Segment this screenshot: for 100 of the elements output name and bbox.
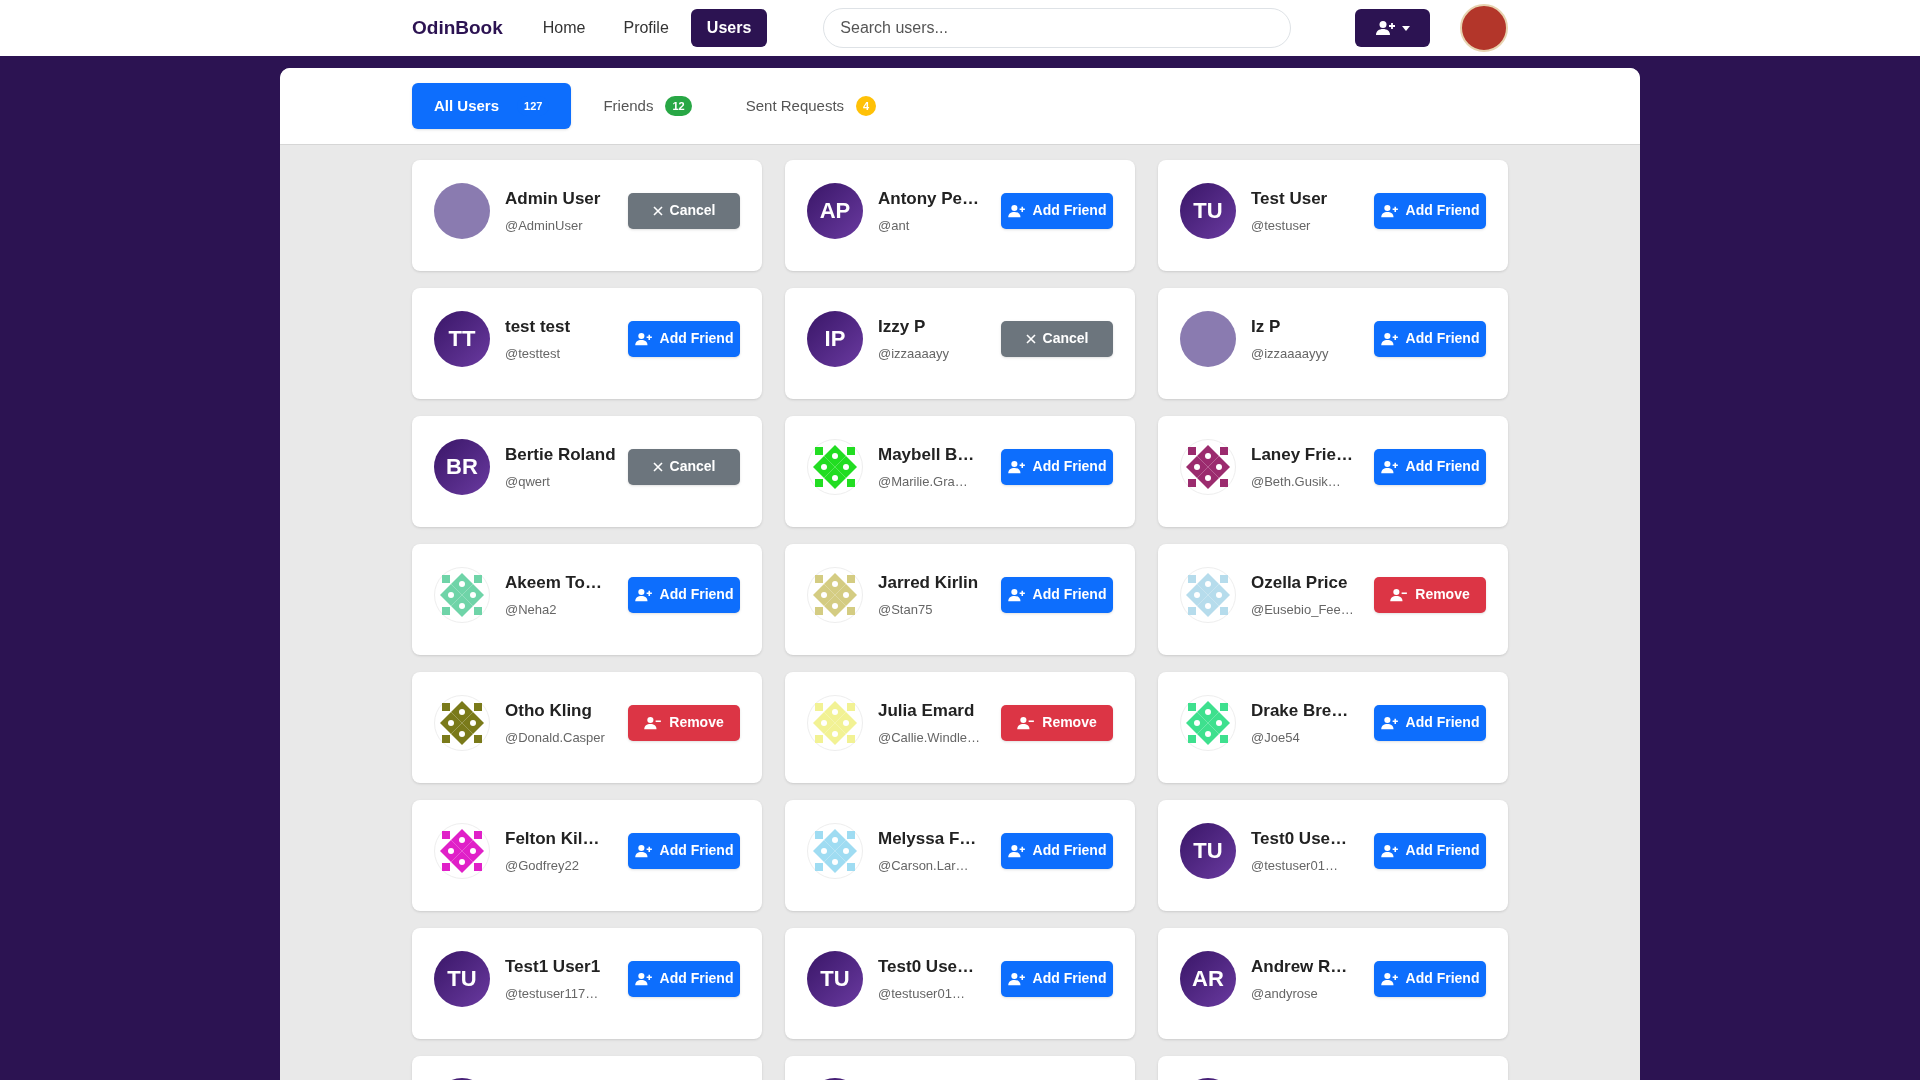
username: @Godfrey22 bbox=[505, 856, 580, 875]
user-plus-icon bbox=[1380, 331, 1399, 346]
user-name: Bertie Roland bbox=[505, 444, 616, 466]
user-name: Akeem To… bbox=[505, 572, 602, 594]
username: @Donald.Casper bbox=[505, 728, 605, 747]
nav-link[interactable]: Home bbox=[526, 9, 602, 47]
add-friend-button[interactable]: Add Friend bbox=[1001, 192, 1113, 229]
add-friend-button[interactable]: Add Friend bbox=[628, 576, 740, 613]
friend-requests-dropdown[interactable] bbox=[1355, 9, 1430, 47]
add-friend-button[interactable]: Add Friend bbox=[1374, 448, 1486, 485]
initials-avatar: TT bbox=[434, 310, 490, 367]
username: @testuser bbox=[1251, 216, 1312, 235]
add-friend-button[interactable]: Add Friend bbox=[1374, 960, 1486, 997]
user-plus-icon bbox=[1375, 20, 1396, 36]
add-friend-button[interactable]: Add Friend bbox=[1001, 832, 1113, 869]
user-name: test test bbox=[505, 316, 571, 338]
user-name: Test1 User1 bbox=[505, 956, 601, 978]
add-friend-button[interactable]: Add Friend bbox=[1374, 704, 1486, 741]
user-minus-icon bbox=[644, 715, 663, 730]
profile-photo[interactable] bbox=[1460, 4, 1508, 52]
brand-logo[interactable]: OdinBook bbox=[412, 13, 503, 43]
username: @Callie.Windle… bbox=[878, 728, 981, 747]
user-name: Andrew R… bbox=[1251, 956, 1348, 978]
add-friend-button[interactable]: Add Friend bbox=[628, 960, 740, 997]
add-friend-button[interactable]: Add Friend bbox=[628, 320, 740, 357]
filter-tab[interactable]: Sent Requests 4 bbox=[723, 83, 899, 129]
user-plus-icon bbox=[1380, 971, 1399, 986]
username: @testuser01… bbox=[878, 984, 966, 1003]
initials-avatar: TU bbox=[807, 950, 863, 1007]
user-name: Izzy P bbox=[878, 316, 927, 338]
user-plus-icon bbox=[1380, 715, 1399, 730]
user-name: Antony Pe… bbox=[878, 188, 980, 210]
user-plus-icon bbox=[1380, 203, 1399, 218]
filter-tab[interactable]: Friends 12 bbox=[581, 83, 714, 129]
user-plus-icon bbox=[1007, 843, 1026, 858]
user-name: Drake Bre… bbox=[1251, 700, 1349, 722]
user-name: Ozella Price bbox=[1251, 572, 1349, 594]
username: @Neha2 bbox=[505, 600, 558, 619]
add-friend-button[interactable]: Add Friend bbox=[1001, 448, 1113, 485]
user-plus-icon bbox=[1007, 459, 1026, 474]
add-friend-button[interactable]: Add Friend bbox=[1374, 192, 1486, 229]
cancel-request-button[interactable]: Cancel bbox=[628, 192, 740, 229]
user-plus-icon bbox=[634, 587, 653, 602]
user-plus-icon bbox=[1380, 843, 1399, 858]
username: @testuser01… bbox=[1251, 856, 1339, 875]
user-name: Laney Frie… bbox=[1251, 444, 1354, 466]
remove-friend-button[interactable]: Remove bbox=[1374, 576, 1486, 613]
add-friend-button[interactable]: Add Friend bbox=[1001, 576, 1113, 613]
username: @izzaaaayy bbox=[878, 344, 949, 363]
username: @Marilie.Gra… bbox=[878, 472, 969, 491]
user-name: Melyssa F… bbox=[878, 828, 977, 850]
nav-link[interactable]: Users bbox=[690, 9, 768, 47]
user-plus-icon bbox=[634, 331, 653, 346]
close-icon bbox=[1025, 333, 1036, 344]
user-name: Otho Kling bbox=[505, 700, 593, 722]
add-friend-button[interactable]: Add Friend bbox=[1001, 960, 1113, 997]
user-plus-icon bbox=[634, 843, 653, 858]
username: @testtest bbox=[505, 344, 562, 363]
cancel-request-button[interactable]: Cancel bbox=[628, 448, 740, 485]
user-plus-icon bbox=[634, 971, 653, 986]
initials-avatar: TU bbox=[1180, 822, 1236, 879]
close-icon bbox=[652, 205, 663, 216]
username: @Beth.Gusik… bbox=[1251, 472, 1342, 491]
initials-avatar: AP bbox=[807, 182, 863, 239]
user-minus-icon bbox=[1390, 587, 1409, 602]
user-name: Maybell B… bbox=[878, 444, 975, 466]
username: @andyrose bbox=[1251, 984, 1319, 1003]
user-name: Felton Kil… bbox=[505, 828, 600, 850]
remove-friend-button[interactable]: Remove bbox=[1001, 704, 1113, 741]
user-name: Jarred Kirlin bbox=[878, 572, 979, 594]
user-plus-icon bbox=[1380, 459, 1399, 474]
cancel-request-button[interactable]: Cancel bbox=[1001, 320, 1113, 357]
initials-avatar: AR bbox=[1180, 950, 1236, 1007]
user-plus-icon bbox=[1007, 971, 1026, 986]
add-friend-button[interactable]: Add Friend bbox=[1374, 832, 1486, 869]
filter-tab[interactable]: All Users 127 bbox=[412, 83, 572, 129]
user-name: Test User bbox=[1251, 188, 1328, 210]
username: @ant bbox=[878, 216, 911, 235]
username: @Carson.Lar… bbox=[878, 856, 970, 875]
nav-link[interactable]: Profile bbox=[607, 9, 685, 47]
user-plus-icon bbox=[1007, 587, 1026, 602]
initials-avatar: IP bbox=[807, 310, 863, 367]
username: @Eusebio_Fee… bbox=[1251, 600, 1354, 619]
initials-avatar: TU bbox=[1180, 182, 1236, 239]
user-plus-icon bbox=[1007, 203, 1026, 218]
username: @AdminUser bbox=[505, 216, 584, 235]
user-name: Julia Emard bbox=[878, 700, 976, 722]
caret-icon bbox=[1401, 25, 1410, 31]
count-badge: 4 bbox=[856, 95, 877, 117]
close-icon bbox=[652, 461, 663, 472]
add-friend-button[interactable]: Add Friend bbox=[1374, 320, 1486, 357]
user-name: Test0 Use… bbox=[1251, 828, 1348, 850]
username: @qwert bbox=[505, 472, 551, 491]
user-name: Test0 Use… bbox=[878, 956, 975, 978]
user-minus-icon bbox=[1017, 715, 1036, 730]
add-friend-button[interactable]: Add Friend bbox=[628, 832, 740, 869]
count-badge: 12 bbox=[665, 95, 692, 117]
user-name: Iz P bbox=[1251, 316, 1282, 338]
remove-friend-button[interactable]: Remove bbox=[628, 704, 740, 741]
search-field[interactable]: Search users... bbox=[823, 8, 1292, 48]
